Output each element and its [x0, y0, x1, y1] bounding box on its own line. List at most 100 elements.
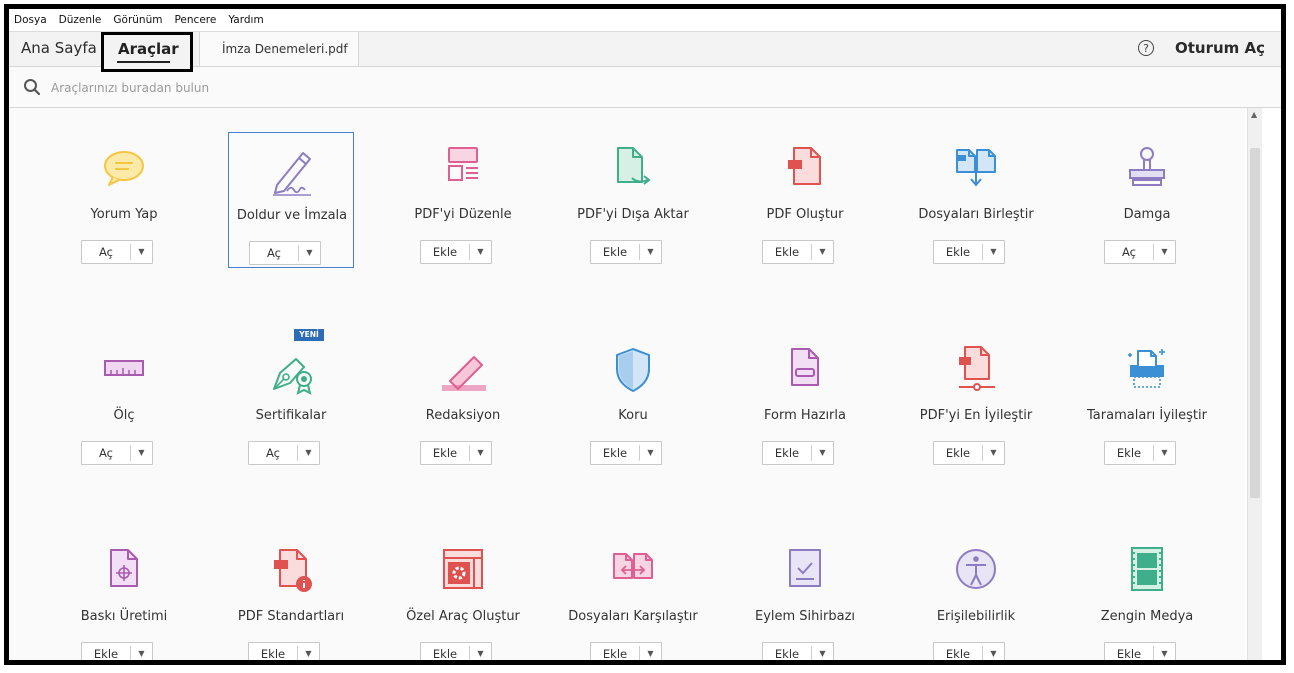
tool-action-button[interactable]: Aç ▼ [81, 441, 153, 465]
chevron-down-icon[interactable]: ▼ [131, 643, 152, 660]
tool-fill-sign[interactable]: Doldur ve İmzala Aç ▼ [228, 132, 354, 268]
tool-action-label[interactable]: Ekle [934, 241, 982, 263]
tool-action-label[interactable]: Ekle [934, 442, 982, 464]
tool-action-button[interactable]: Ekle ▼ [420, 642, 492, 660]
tool-action-button[interactable]: Ekle ▼ [762, 642, 834, 660]
custom-tool-icon[interactable] [434, 540, 492, 598]
menu-window[interactable]: Pencere [168, 14, 222, 26]
tool-export-pdf[interactable]: PDF'yi Dışa Aktar Ekle ▼ [570, 132, 696, 268]
tool-custom-tool[interactable]: Özel Araç Oluştur Ekle ▼ [400, 534, 526, 660]
tool-action-button[interactable]: Ekle ▼ [933, 642, 1005, 660]
tool-action-button[interactable]: Ekle ▼ [81, 642, 153, 660]
tool-redact[interactable]: Redaksiyon Ekle ▼ [400, 333, 526, 469]
tab-tools[interactable]: Araçlar [101, 32, 193, 72]
chevron-down-icon[interactable]: ▼ [470, 442, 491, 464]
tool-action-label[interactable]: Ekle [591, 442, 639, 464]
certificates-icon[interactable] [262, 339, 320, 397]
enhance-scans-icon[interactable] [1118, 339, 1176, 397]
tool-enhance-scans[interactable]: Taramaları İyileştir Ekle ▼ [1084, 333, 1210, 469]
tool-action-button[interactable]: Ekle ▼ [762, 240, 834, 264]
tool-action-label[interactable]: Ekle [1105, 643, 1153, 660]
menu-file[interactable]: Dosya [9, 14, 53, 26]
chevron-down-icon[interactable]: ▼ [983, 241, 1004, 263]
tool-pdf-standards[interactable]: PDF Standartları Ekle ▼ [228, 534, 354, 660]
chevron-down-icon[interactable]: ▼ [983, 442, 1004, 464]
chevron-down-icon[interactable]: ▼ [812, 442, 833, 464]
tool-action-button[interactable]: Ekle ▼ [248, 642, 320, 660]
tab-document[interactable]: İmza Denemeleri.pdf [199, 32, 359, 66]
tool-print-production[interactable]: Baskı Üretimi Ekle ▼ [61, 534, 187, 660]
chevron-down-icon[interactable]: ▼ [298, 643, 319, 660]
pdf-standards-icon[interactable] [262, 540, 320, 598]
chevron-down-icon[interactable]: ▼ [131, 241, 152, 263]
print-production-icon[interactable] [95, 540, 153, 598]
chevron-down-icon[interactable]: ▼ [1154, 442, 1175, 464]
tool-edit-pdf[interactable]: PDF'yi Düzenle Ekle ▼ [400, 132, 526, 268]
tool-action-button[interactable]: Ekle ▼ [762, 441, 834, 465]
tool-action-label[interactable]: Ekle [763, 241, 811, 263]
tool-action-button[interactable]: Ekle ▼ [933, 240, 1005, 264]
tool-action-button[interactable]: Aç ▼ [248, 441, 320, 465]
tool-action-label[interactable]: Aç [82, 442, 130, 464]
tool-action-label[interactable]: Ekle [591, 643, 639, 660]
tab-home[interactable]: Ana Sayfa [21, 39, 97, 57]
compare-files-icon[interactable] [604, 540, 662, 598]
vertical-scrollbar[interactable]: ▲ ▼ [1247, 108, 1262, 660]
menu-view[interactable]: Görünüm [107, 14, 168, 26]
tool-action-label[interactable]: Aç [1105, 241, 1153, 263]
tool-action-label[interactable]: Ekle [591, 241, 639, 263]
tool-protect[interactable]: Koru Ekle ▼ [570, 333, 696, 469]
rich-media-icon[interactable] [1118, 540, 1176, 598]
combine-files-icon[interactable] [947, 138, 1005, 196]
chevron-down-icon[interactable]: ▼ [640, 241, 661, 263]
tool-action-button[interactable]: Ekle ▼ [590, 642, 662, 660]
tool-rich-media[interactable]: Zengin Medya Ekle ▼ [1084, 534, 1210, 660]
tool-action-label[interactable]: Ekle [1105, 442, 1153, 464]
tool-stamp[interactable]: Damga Aç ▼ [1084, 132, 1210, 268]
menu-help[interactable]: Yardım [222, 14, 269, 26]
tool-prepare-form[interactable]: Form Hazırla Ekle ▼ [742, 333, 868, 469]
tool-action-label[interactable]: Aç [249, 442, 297, 464]
tool-action-button[interactable]: Ekle ▼ [420, 240, 492, 264]
edit-pdf-icon[interactable] [434, 138, 492, 196]
tool-action-wizard[interactable]: Eylem Sihirbazı Ekle ▼ [742, 534, 868, 660]
tool-action-label[interactable]: Ekle [421, 442, 469, 464]
tool-compare-files[interactable]: Dosyaları Karşılaştır Ekle ▼ [568, 534, 698, 660]
scroll-up-arrow[interactable]: ▲ [1251, 110, 1257, 119]
chevron-down-icon[interactable]: ▼ [1154, 643, 1175, 660]
create-pdf-icon[interactable] [776, 138, 834, 196]
optimize-pdf-icon[interactable] [947, 339, 1005, 397]
chevron-down-icon[interactable]: ▼ [983, 643, 1004, 660]
tool-action-label[interactable]: Ekle [421, 241, 469, 263]
tool-action-label[interactable]: Ekle [763, 643, 811, 660]
chevron-down-icon[interactable]: ▼ [640, 442, 661, 464]
tool-action-button[interactable]: Ekle ▼ [1104, 642, 1176, 660]
action-wizard-icon[interactable] [776, 540, 834, 598]
tool-create-pdf[interactable]: PDF Oluştur Ekle ▼ [742, 132, 868, 268]
help-icon[interactable]: ? [1138, 40, 1154, 56]
tool-action-button[interactable]: Aç ▼ [81, 240, 153, 264]
tool-action-label[interactable]: Aç [82, 241, 130, 263]
tool-action-button[interactable]: Ekle ▼ [590, 240, 662, 264]
scroll-thumb[interactable] [1250, 148, 1260, 498]
redact-icon[interactable] [434, 339, 492, 397]
tool-action-label[interactable]: Ekle [249, 643, 297, 660]
tool-optimize-pdf[interactable]: PDF'yi En İyileştir Ekle ▼ [913, 333, 1039, 469]
tool-action-label[interactable]: Ekle [421, 643, 469, 660]
protect-icon[interactable] [604, 339, 662, 397]
tool-action-label[interactable]: Ekle [934, 643, 982, 660]
prepare-form-icon[interactable] [776, 339, 834, 397]
tool-action-label[interactable]: Ekle [763, 442, 811, 464]
chevron-down-icon[interactable]: ▼ [131, 442, 152, 464]
scroll-down-arrow[interactable]: ▼ [1251, 659, 1257, 660]
chevron-down-icon[interactable]: ▼ [812, 241, 833, 263]
tool-combine-files[interactable]: Dosyaları Birleştir Ekle ▼ [913, 132, 1039, 268]
tool-accessibility[interactable]: Erişilebilirlik Ekle ▼ [913, 534, 1039, 660]
fill-sign-icon[interactable] [263, 139, 321, 197]
tool-action-button[interactable]: Ekle ▼ [933, 441, 1005, 465]
tool-measure[interactable]: Ölç Aç ▼ [61, 333, 187, 469]
measure-icon[interactable] [95, 339, 153, 397]
tool-action-button[interactable]: Ekle ▼ [590, 441, 662, 465]
comment-icon[interactable] [95, 138, 153, 196]
tool-action-button[interactable]: Ekle ▼ [420, 441, 492, 465]
